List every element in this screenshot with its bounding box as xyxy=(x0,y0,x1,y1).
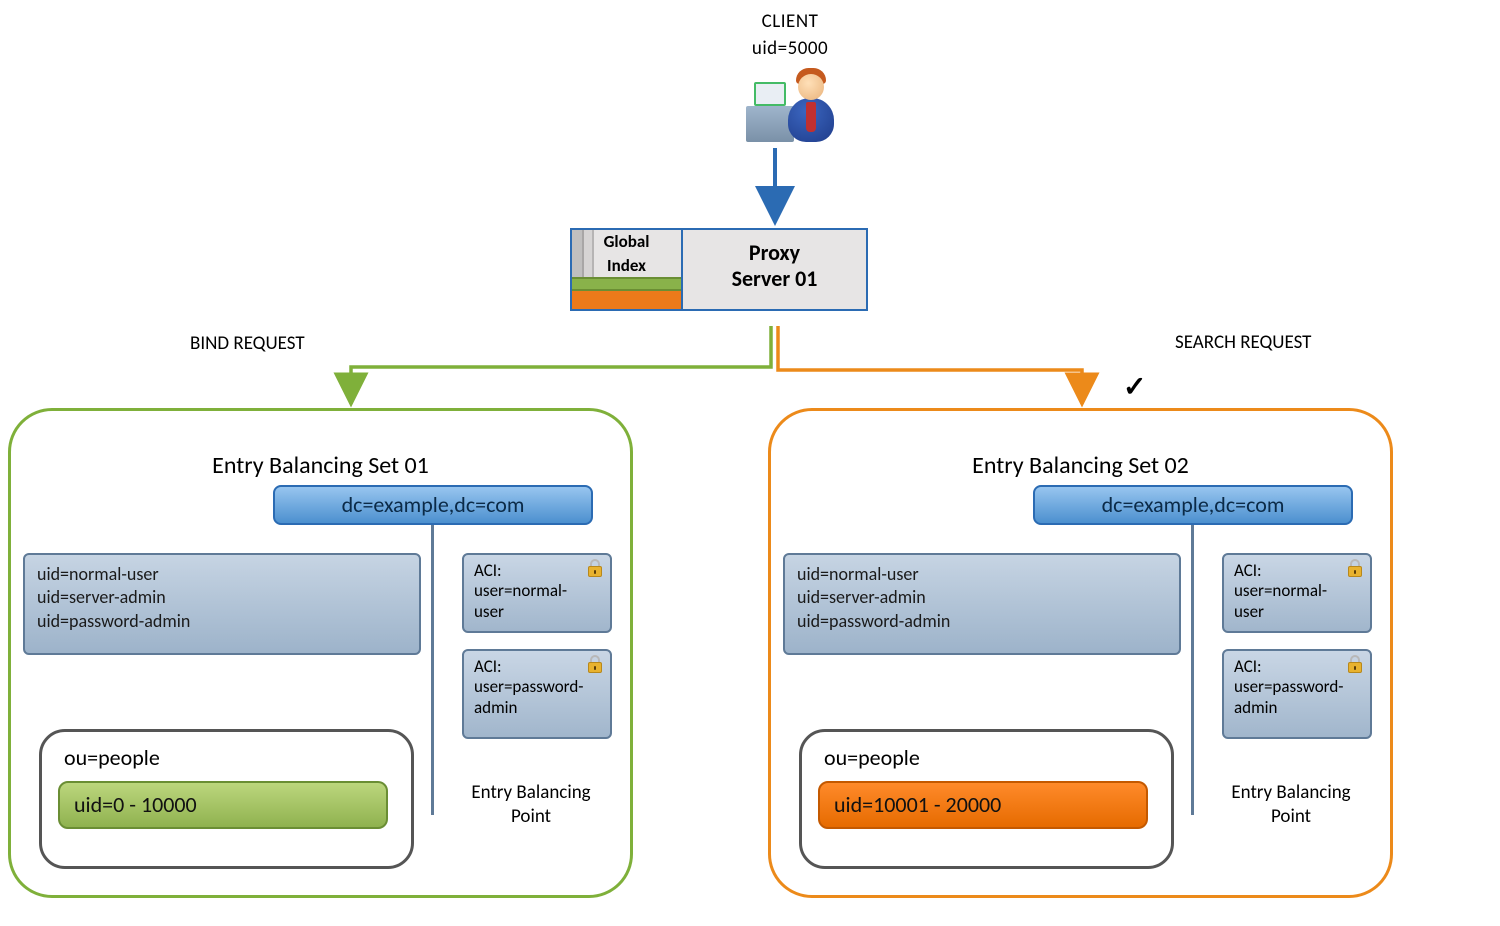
client-title: CLIENT xyxy=(720,10,860,33)
entry-balancing-set-1: Entry Balancing Set 01 dc=example,dc=com… xyxy=(8,408,633,898)
set1-dc-bar: dc=example,dc=com xyxy=(273,485,593,525)
set1-uid-c: uid=password-admin xyxy=(37,610,407,633)
set1-connector-line xyxy=(431,525,434,815)
set2-uid-a: uid=normal-user xyxy=(797,563,1167,586)
set1-ou-label: ou=people xyxy=(64,744,395,771)
global-index-box: Global Index xyxy=(572,230,683,309)
aci-line: user xyxy=(474,602,600,622)
lock-icon xyxy=(586,655,604,673)
set2-connector-line xyxy=(1191,525,1194,815)
entry-balancing-set-2: Entry Balancing Set 02 dc=example,dc=com… xyxy=(768,408,1393,898)
set1-uid-b: uid=server-admin xyxy=(37,586,407,609)
ebp-line: Point xyxy=(1211,805,1371,829)
set2-title: Entry Balancing Set 02 xyxy=(771,451,1390,480)
set2-aci-normal-user: ACI: user=normal- user xyxy=(1222,553,1372,633)
set2-aci-password-admin: ACI: user=password- admin xyxy=(1222,649,1372,739)
set1-entry-balancing-point-label: Entry Balancing Point xyxy=(451,781,611,829)
checkmark-icon: ✓ xyxy=(1123,369,1146,404)
proxy-server-label: Proxy Server 01 xyxy=(683,230,866,309)
aci-line: ACI: xyxy=(474,561,600,581)
aci-line: admin xyxy=(1234,698,1360,718)
aci-line: user=normal- xyxy=(474,581,600,601)
set1-ou-people-box: ou=people uid=0 - 10000 xyxy=(39,729,414,869)
client-block: CLIENT uid=5000 xyxy=(720,10,860,154)
set2-uid-c: uid=password-admin xyxy=(797,610,1167,633)
lock-icon xyxy=(1346,655,1364,673)
set1-uid-a: uid=normal-user xyxy=(37,563,407,586)
aci-line: admin xyxy=(474,698,600,718)
aci-line: user=normal- xyxy=(1234,581,1360,601)
set2-dc-bar: dc=example,dc=com xyxy=(1033,485,1353,525)
set1-aci-normal-user: ACI: user=normal- user xyxy=(462,553,612,633)
set2-ou-label: ou=people xyxy=(824,744,1155,771)
global-index-green-stripe xyxy=(572,277,681,291)
set2-entry-balancing-point-label: Entry Balancing Point xyxy=(1211,781,1371,829)
bind-request-label: BIND REQUEST xyxy=(190,332,305,355)
proxy-label-line1: Proxy xyxy=(691,240,858,266)
aci-line: ACI: xyxy=(474,657,600,677)
aci-line: ACI: xyxy=(1234,657,1360,677)
aci-line: ACI: xyxy=(1234,561,1360,581)
aci-line: user xyxy=(1234,602,1360,622)
ebp-line: Point xyxy=(451,805,611,829)
client-person-icon xyxy=(740,64,840,154)
set1-uid-range-pill: uid=0 - 10000 xyxy=(58,781,388,829)
aci-line: user=password- xyxy=(474,677,600,697)
set2-uid-b: uid=server-admin xyxy=(797,586,1167,609)
proxy-server-group: Global Index Proxy Server 01 xyxy=(570,228,868,311)
client-uid: uid=5000 xyxy=(720,37,860,60)
set1-aci-password-admin: ACI: user=password- admin xyxy=(462,649,612,739)
lock-icon xyxy=(586,559,604,577)
set1-title: Entry Balancing Set 01 xyxy=(11,451,630,480)
aci-line: user=password- xyxy=(1234,677,1360,697)
global-index-label-1: Global xyxy=(572,230,681,254)
ebp-line: Entry Balancing xyxy=(1211,781,1371,805)
set2-uid-list-box: uid=normal-user uid=server-admin uid=pas… xyxy=(783,553,1181,655)
global-index-label-2: Index xyxy=(572,254,681,278)
search-request-label: SEARCH REQUEST xyxy=(1175,331,1311,354)
global-index-orange-stripe xyxy=(572,291,681,309)
set1-uid-list-box: uid=normal-user uid=server-admin uid=pas… xyxy=(23,553,421,655)
proxy-label-line2: Server 01 xyxy=(691,266,858,292)
set2-ou-people-box: ou=people uid=10001 - 20000 xyxy=(799,729,1174,869)
ebp-line: Entry Balancing xyxy=(451,781,611,805)
set2-uid-range-pill: uid=10001 - 20000 xyxy=(818,781,1148,829)
lock-icon xyxy=(1346,559,1364,577)
